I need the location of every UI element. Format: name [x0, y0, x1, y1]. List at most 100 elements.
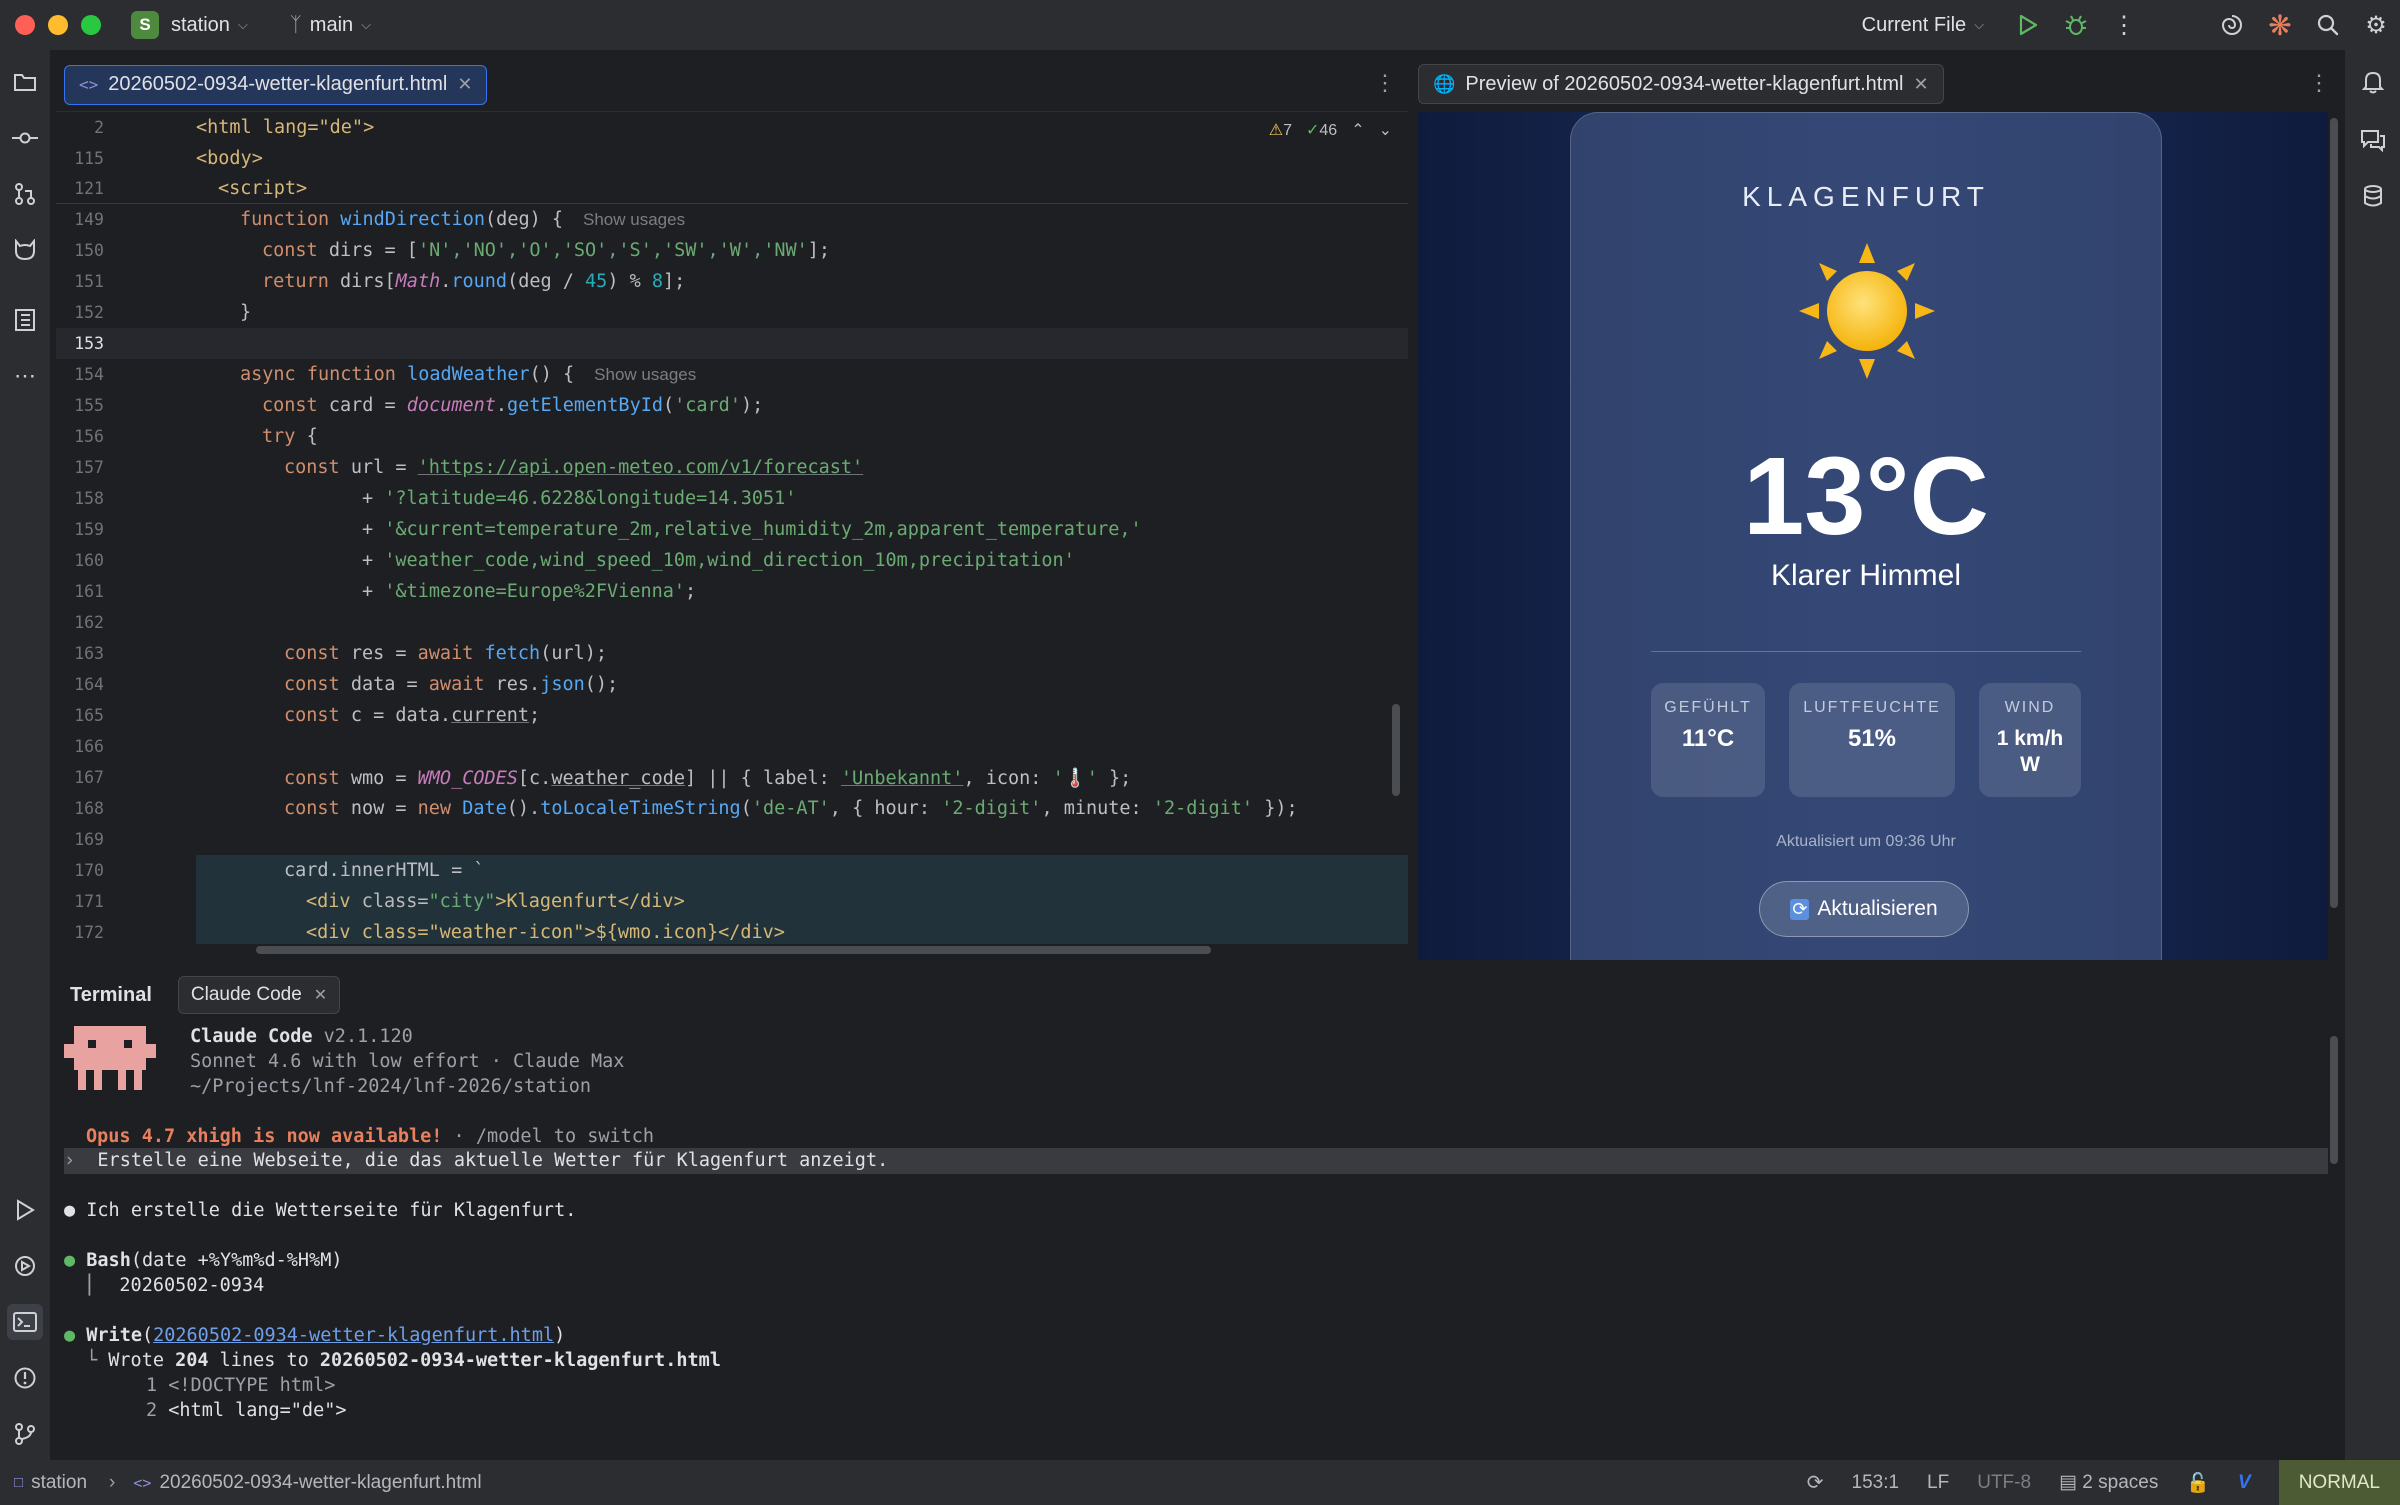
metric-feels-like: GEFÜHLT 11°C — [1651, 683, 1765, 797]
terminal-output[interactable]: Claude Code v2.1.120 Sonnet 4.6 with low… — [64, 1020, 2334, 1460]
code-line[interactable]: 164 const data = await res.json(); — [56, 669, 1408, 700]
code-line-current[interactable]: 153 — [56, 328, 1408, 359]
line-separator[interactable]: LF — [1927, 1472, 1949, 1494]
preview-tab[interactable]: 🌐 Preview of 20260502-0934-wetter-klagen… — [1418, 64, 1944, 104]
assistant-message: Ich erstelle die Wetterseite für Klagenf… — [86, 1200, 577, 1221]
code-line[interactable]: 163 const res = await fetch(url); — [56, 638, 1408, 669]
code-line[interactable]: 156 try { — [56, 421, 1408, 452]
claude-version: v2.1.120 — [312, 1026, 413, 1047]
pull-requests-icon[interactable] — [7, 176, 43, 212]
git-icon[interactable] — [7, 1416, 43, 1452]
branch-selector[interactable]: ᛉ main ⌵ — [290, 14, 371, 37]
more-actions-icon[interactable]: ⋮ — [2308, 70, 2330, 96]
sticky-line[interactable]: 115 <body> — [56, 143, 1408, 174]
tab-terminal[interactable]: Terminal — [70, 984, 152, 1007]
more-actions-icon[interactable]: ⋮ — [2100, 0, 2148, 50]
show-usages-hint[interactable]: Show usages — [583, 210, 685, 229]
refresh-button[interactable]: ⟳ Aktualisieren — [1759, 881, 1969, 937]
commit-icon[interactable] — [7, 120, 43, 156]
inspection-widget[interactable]: ⚠7 ✓46 ⌃ ⌄ — [1269, 120, 1392, 140]
close-icon[interactable]: ✕ — [1913, 74, 1928, 95]
code-line[interactable]: 157 const url = 'https://api.open-meteo.… — [56, 452, 1408, 483]
next-highlight-icon[interactable]: ⌄ — [1379, 120, 1392, 140]
code-area[interactable]: 149 function windDirection(deg) {Show us… — [56, 204, 1408, 944]
preview-scrollbar[interactable] — [2330, 118, 2338, 908]
code-line[interactable]: 165 const c = data.current; — [56, 700, 1408, 731]
tab-claude-code[interactable]: Claude Code ✕ — [177, 976, 341, 1014]
file-snippet-line: <html lang="de"> — [168, 1400, 347, 1421]
run-tool-icon[interactable] — [7, 1192, 43, 1228]
model-notice: Opus 4.7 xhigh is now available! — [86, 1126, 443, 1147]
sync-icon[interactable]: ⟳ — [1807, 1470, 1824, 1495]
problems-icon[interactable] — [7, 1360, 43, 1396]
read-only-lock-icon[interactable]: 🔓 — [2186, 1471, 2210, 1495]
code-line[interactable]: 161 + '&timezone=Europe%2FVienna'; — [56, 576, 1408, 607]
claude-mascot-icon — [64, 1026, 156, 1090]
success-dot-icon: ● — [64, 1325, 76, 1346]
file-snippet-line: <!DOCTYPE html> — [168, 1375, 336, 1396]
code-line[interactable]: 155 const card = document.getElementById… — [56, 390, 1408, 421]
written-file-link[interactable]: 20260502-0934-wetter-klagenfurt.html — [153, 1325, 554, 1346]
caret-position[interactable]: 153:1 — [1852, 1472, 1900, 1494]
code-line[interactable]: 172 <div class="weather-icon">${wmo.icon… — [56, 917, 1408, 944]
status-project[interactable]: station — [31, 1472, 87, 1494]
sticky-line[interactable]: 2 <html lang="de"> — [56, 112, 1408, 143]
claude-icon[interactable]: ❋ — [2256, 0, 2304, 50]
close-icon[interactable]: ✕ — [457, 74, 472, 95]
title-bar-actions: Current File ⌵ ⋮ ❋ ⚙ — [1862, 0, 2400, 50]
structure-icon[interactable] — [7, 302, 43, 338]
run-icon[interactable] — [2004, 0, 2052, 50]
debug-icon[interactable] — [2052, 0, 2100, 50]
code-line[interactable]: 170 card.innerHTML = ` — [56, 855, 1408, 886]
status-file[interactable]: 20260502-0934-wetter-klagenfurt.html — [159, 1472, 481, 1494]
code-line[interactable]: 149 function windDirection(deg) {Show us… — [56, 204, 1408, 235]
horizontal-scrollbar[interactable] — [256, 946, 1211, 954]
run-config-selector[interactable]: Current File ⌵ — [1862, 14, 1984, 37]
notifications-bell-icon[interactable] — [2355, 64, 2391, 100]
code-line[interactable]: 151 return dirs[Math.round(deg / 45) % 8… — [56, 266, 1408, 297]
vertical-scrollbar[interactable] — [1392, 704, 1400, 796]
code-line[interactable]: 162 — [56, 607, 1408, 638]
file-encoding[interactable]: UTF-8 — [1977, 1472, 2031, 1494]
zoom-window-button[interactable] — [81, 15, 101, 35]
editor-tab-active[interactable]: <> 20260502-0934-wetter-klagenfurt.html … — [64, 64, 488, 105]
indent-setting[interactable]: ▤ 2 spaces — [2059, 1471, 2158, 1494]
close-icon[interactable]: ✕ — [314, 985, 327, 1005]
terminal-scrollbar[interactable] — [2330, 1036, 2338, 1164]
settings-gear-icon[interactable]: ⚙ — [2352, 0, 2400, 50]
show-usages-hint[interactable]: Show usages — [594, 365, 696, 384]
search-icon[interactable] — [2304, 0, 2352, 50]
terminal-tool-icon[interactable] — [7, 1304, 43, 1340]
more-tools-icon[interactable]: ⋯ — [7, 358, 43, 394]
previous-highlight-icon[interactable]: ⌃ — [1351, 120, 1364, 140]
github-cat-icon[interactable] — [7, 232, 43, 268]
code-line[interactable]: 168 const now = new Date().toLocaleTimeS… — [56, 793, 1408, 824]
code-line[interactable]: 166 — [56, 731, 1408, 762]
sticky-scope-header: 2 <html lang="de"> 115 <body> 121 <scrip… — [56, 112, 1408, 204]
code-line[interactable]: 150 const dirs = ['N','NO','O','SO','S',… — [56, 235, 1408, 266]
more-actions-icon[interactable]: ⋮ — [1374, 70, 1396, 96]
project-badge[interactable]: S — [131, 11, 159, 39]
code-line[interactable]: 159 + '&current=temperature_2m,relative_… — [56, 514, 1408, 545]
code-line[interactable]: 154 async function loadWeather() {Show u… — [56, 359, 1408, 390]
code-line[interactable]: 167 const wmo = WMO_CODES[c.weather_code… — [56, 762, 1408, 793]
database-icon[interactable] — [2355, 178, 2391, 214]
vim-mode-indicator[interactable]: NORMAL — [2278, 1460, 2400, 1505]
ai-chat-icon[interactable] — [2355, 122, 2391, 158]
temperature-value: 13°C — [1743, 435, 1989, 558]
vim-plugin-icon[interactable]: V — [2238, 1472, 2251, 1494]
sticky-line[interactable]: 121 <script> — [56, 173, 1408, 204]
code-line[interactable]: 169 — [56, 824, 1408, 855]
minimize-window-button[interactable] — [48, 15, 68, 35]
services-icon[interactable] — [7, 1248, 43, 1284]
close-window-button[interactable] — [15, 15, 35, 35]
code-line[interactable]: 158 + '?latitude=46.6228&longitude=14.30… — [56, 483, 1408, 514]
code-line[interactable]: 160 + 'weather_code,wind_speed_10m,wind_… — [56, 545, 1408, 576]
ai-assistant-icon[interactable] — [2208, 0, 2256, 50]
status-bar: □ station › <> 20260502-0934-wetter-klag… — [0, 1460, 2400, 1505]
code-line[interactable]: 171 <div class="city">Klagenfurt</div> — [56, 886, 1408, 917]
editor-tab-bar: <> 20260502-0934-wetter-klagenfurt.html … — [56, 58, 1408, 112]
project-selector[interactable]: station ⌵ — [171, 14, 248, 37]
project-folder-icon[interactable] — [7, 64, 43, 100]
code-line[interactable]: 152 } — [56, 297, 1408, 328]
